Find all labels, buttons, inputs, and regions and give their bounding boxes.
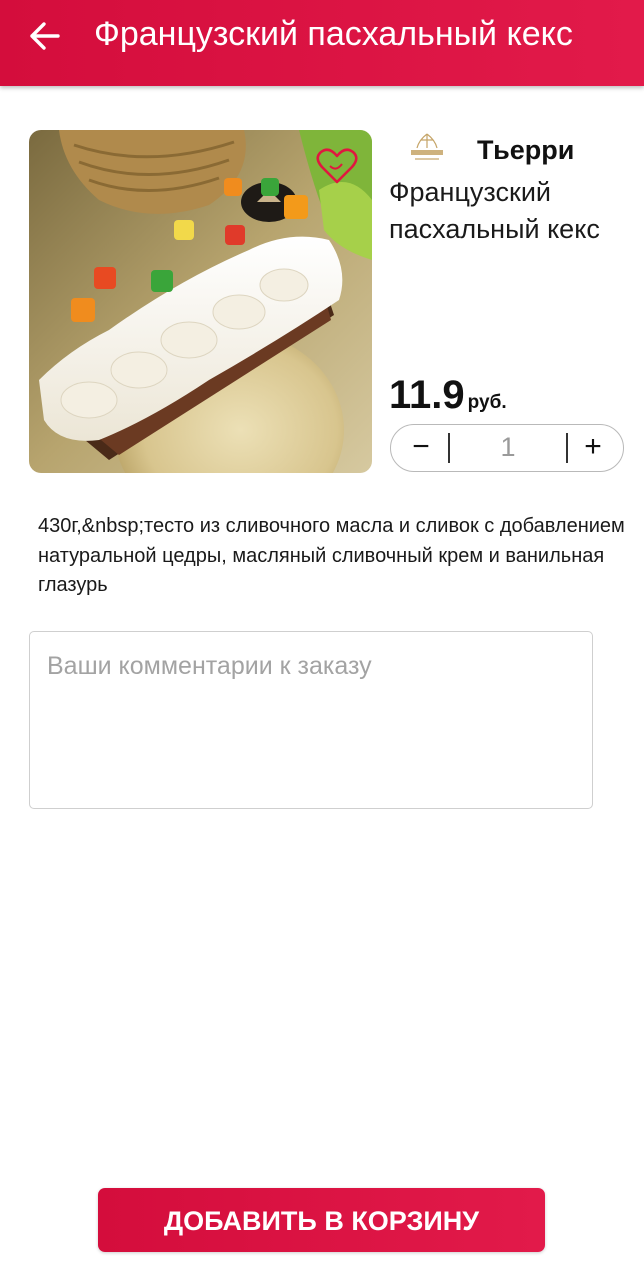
heart-outline-icon xyxy=(316,148,358,184)
stepper-divider xyxy=(448,433,450,463)
order-comments-input[interactable] xyxy=(29,631,593,809)
brand-name: Тьерри xyxy=(477,135,575,165)
add-to-cart-button[interactable]: ДОБАВИТЬ В КОРЗИНУ xyxy=(98,1188,545,1252)
brand-logo xyxy=(405,128,449,168)
quantity-stepper: − 1 + xyxy=(390,424,624,472)
back-button[interactable] xyxy=(24,18,68,54)
quantity-value[interactable]: 1 xyxy=(453,425,563,470)
app-header: Французский пасхальный кекс xyxy=(0,0,644,86)
product-name: Французский пасхальный кекс xyxy=(389,177,600,244)
price-value: 11.9 xyxy=(389,373,465,417)
arrow-left-icon xyxy=(30,22,60,50)
favorite-button[interactable] xyxy=(316,146,358,186)
page-title: Французский пасхальный кекс xyxy=(94,15,573,53)
product-description: 430г,&nbsp;тесто из сливочного масла и с… xyxy=(38,515,625,596)
increase-quantity-button[interactable]: + xyxy=(565,425,621,470)
decrease-quantity-button[interactable]: − xyxy=(393,425,449,470)
price-currency: руб. xyxy=(467,392,507,413)
price: 11.9 руб. xyxy=(389,372,507,418)
